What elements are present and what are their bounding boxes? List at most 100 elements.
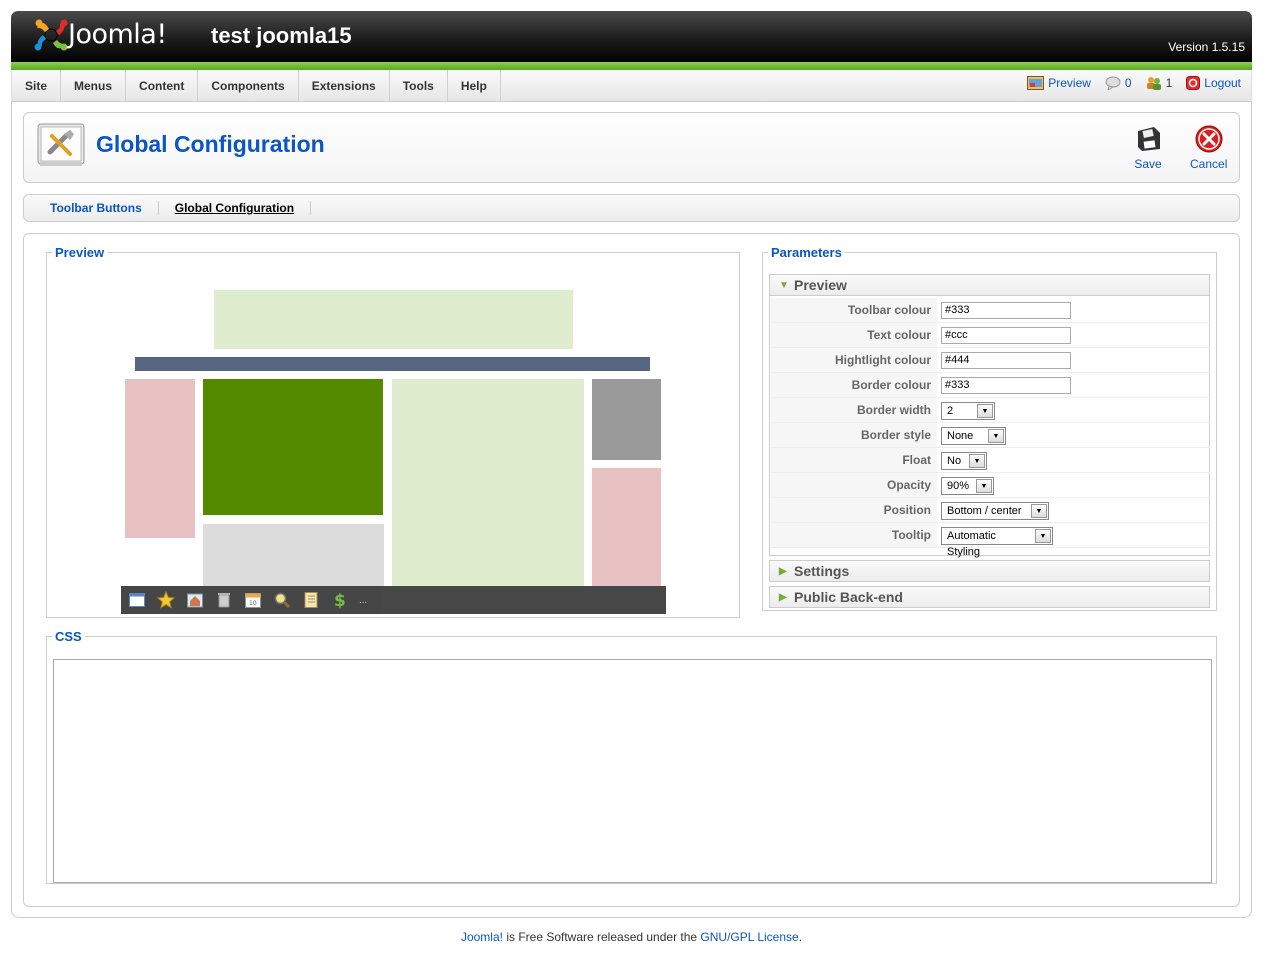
param-row-border-style: Border style None ▼ — [771, 423, 1210, 448]
select-value: Automatic Styling — [947, 530, 996, 558]
footer-period: . — [798, 930, 803, 944]
footer-text: is Free Software released under the — [502, 930, 701, 944]
pane-public-backend-title: Public Back-end — [794, 589, 903, 605]
submenu-global-configuration[interactable]: Global Configuration — [159, 201, 312, 215]
menu-site[interactable]: Site — [12, 70, 62, 101]
border-colour-input[interactable]: #333 — [941, 377, 1071, 394]
status-preview[interactable]: Preview — [1027, 76, 1091, 90]
css-legend: CSS — [55, 629, 82, 644]
menu-content[interactable]: Content — [126, 70, 199, 101]
highlight-colour-input[interactable]: #444 — [941, 352, 1071, 369]
param-row-float: Float No ▼ — [771, 448, 1210, 473]
param-row-border-width: Border width 2 ▼ — [771, 398, 1210, 423]
dollar-icon[interactable]: $ — [330, 590, 350, 610]
menu-extensions[interactable]: Extensions — [299, 70, 390, 101]
preview-legend: Preview — [55, 245, 105, 260]
address-book-icon[interactable] — [301, 590, 321, 610]
param-label: Toolbar colour — [771, 298, 937, 322]
messages-count[interactable]: 0 — [1125, 76, 1132, 90]
chevron-down-icon: ▼ — [988, 429, 1004, 443]
preview-header-block — [214, 290, 573, 349]
more-indicator: ... — [359, 594, 368, 606]
save-button[interactable]: Save — [1134, 125, 1162, 171]
users-icon — [1146, 77, 1161, 90]
parameters-fieldset: Parameters ▼ Preview Toolbar colour #333… — [762, 245, 1217, 611]
joomla-logo-icon — [34, 19, 68, 51]
save-label: Save — [1134, 157, 1162, 171]
preview-content-block — [392, 379, 584, 586]
status-users: 1 — [1146, 76, 1172, 90]
preview-main-block — [203, 379, 383, 515]
opacity-select[interactable]: 90% ▼ — [941, 477, 994, 495]
logout-link[interactable]: Logout — [1204, 76, 1241, 90]
element-box: Preview 10 $ ... Parameters ▼ Preview To… — [23, 233, 1240, 907]
header-bar: Joomla! test joomla15 Version 1.5.15 — [11, 11, 1252, 63]
status-bar: Preview 0 1 Logout — [1027, 76, 1241, 90]
tooltip-select[interactable]: Automatic Styling ▼ — [941, 527, 1053, 558]
menu-components[interactable]: Components — [198, 70, 299, 101]
param-row-highlight-colour: Hightlight colour #444 — [771, 348, 1210, 373]
svg-text:10: 10 — [249, 600, 257, 607]
submenu-toolbar-buttons[interactable]: Toolbar Buttons — [34, 201, 159, 215]
preview-lower-block — [203, 524, 384, 586]
menu-menus[interactable]: Menus — [61, 70, 127, 101]
menu-help[interactable]: Help — [448, 70, 501, 101]
messages-icon — [1105, 76, 1121, 90]
joomla-link[interactable]: Joomla! — [461, 930, 503, 944]
trash-icon[interactable] — [214, 590, 234, 610]
parameters-body: ▼ Preview Toolbar colour #333 Text colou… — [763, 260, 1216, 612]
preview-canvas: 10 $ ... — [47, 260, 739, 620]
pane-preview-content: Toolbar colour #333 Text colour #ccc Hig… — [769, 296, 1210, 558]
pane-preview-title: Preview — [794, 277, 847, 293]
menu-tools[interactable]: Tools — [390, 70, 448, 101]
save-disk-icon — [1138, 127, 1160, 151]
preview-nav-bar — [135, 357, 650, 371]
css-textarea[interactable] — [53, 659, 1212, 883]
status-logout[interactable]: Logout — [1186, 76, 1241, 90]
param-label: Position — [771, 498, 937, 522]
pane-preview-header[interactable]: ▼ Preview — [769, 274, 1210, 296]
toolbar-box: Global Configuration Save Cancel — [23, 112, 1240, 183]
param-row-text-colour: Text colour #ccc — [771, 323, 1210, 348]
position-select[interactable]: Bottom / center ▼ — [941, 502, 1049, 520]
chevron-down-icon: ▼ — [1035, 529, 1051, 543]
param-label: Border colour — [771, 373, 937, 397]
chevron-down-icon: ▼ — [1031, 504, 1047, 518]
star-icon[interactable] — [156, 590, 176, 610]
param-label: Opacity — [771, 473, 937, 497]
text-colour-input[interactable]: #ccc — [941, 327, 1071, 344]
param-label: Border width — [771, 398, 937, 422]
status-messages[interactable]: 0 — [1105, 76, 1132, 90]
cancel-button[interactable]: Cancel — [1190, 125, 1227, 171]
cancel-icon — [1195, 125, 1223, 153]
pane-settings-header[interactable]: ▶ Settings — [769, 560, 1210, 582]
calendar-icon[interactable]: 10 — [243, 590, 263, 610]
param-label: Tooltip — [771, 523, 937, 547]
chevron-right-icon: ▶ — [779, 566, 787, 577]
footer: Joomla! is Free Software released under … — [0, 930, 1263, 944]
header-green-stripe — [11, 62, 1252, 70]
logout-icon — [1186, 76, 1201, 90]
cancel-label: Cancel — [1190, 157, 1228, 171]
gpl-license-link[interactable]: GNU/GPL License — [700, 930, 798, 944]
border-width-select[interactable]: 2 ▼ — [941, 402, 995, 420]
main-menu-bar: Site Menus Content Components Extensions… — [11, 70, 1252, 102]
chevron-down-icon: ▼ — [977, 404, 993, 418]
border-style-select[interactable]: None ▼ — [941, 427, 1006, 445]
toolbar-colour-input[interactable]: #333 — [941, 302, 1071, 319]
search-icon[interactable] — [272, 590, 292, 610]
home-icon[interactable] — [185, 590, 205, 610]
param-row-toolbar-colour: Toolbar colour #333 — [771, 298, 1210, 323]
select-value: 90% — [947, 480, 970, 492]
window-icon[interactable] — [127, 590, 147, 610]
version-label: Version 1.5.15 — [1168, 40, 1245, 54]
float-select[interactable]: No ▼ — [941, 452, 987, 470]
pane-public-backend-header[interactable]: ▶ Public Back-end — [769, 586, 1210, 608]
parameters-legend: Parameters — [771, 245, 842, 260]
preview-icon — [1027, 76, 1045, 90]
svg-text:$: $ — [334, 591, 346, 609]
joomla-wordmark: Joomla! — [68, 19, 167, 50]
select-value: None — [947, 430, 974, 442]
preview-link[interactable]: Preview — [1048, 76, 1091, 90]
preview-floating-toolbar: 10 $ ... — [121, 586, 666, 614]
